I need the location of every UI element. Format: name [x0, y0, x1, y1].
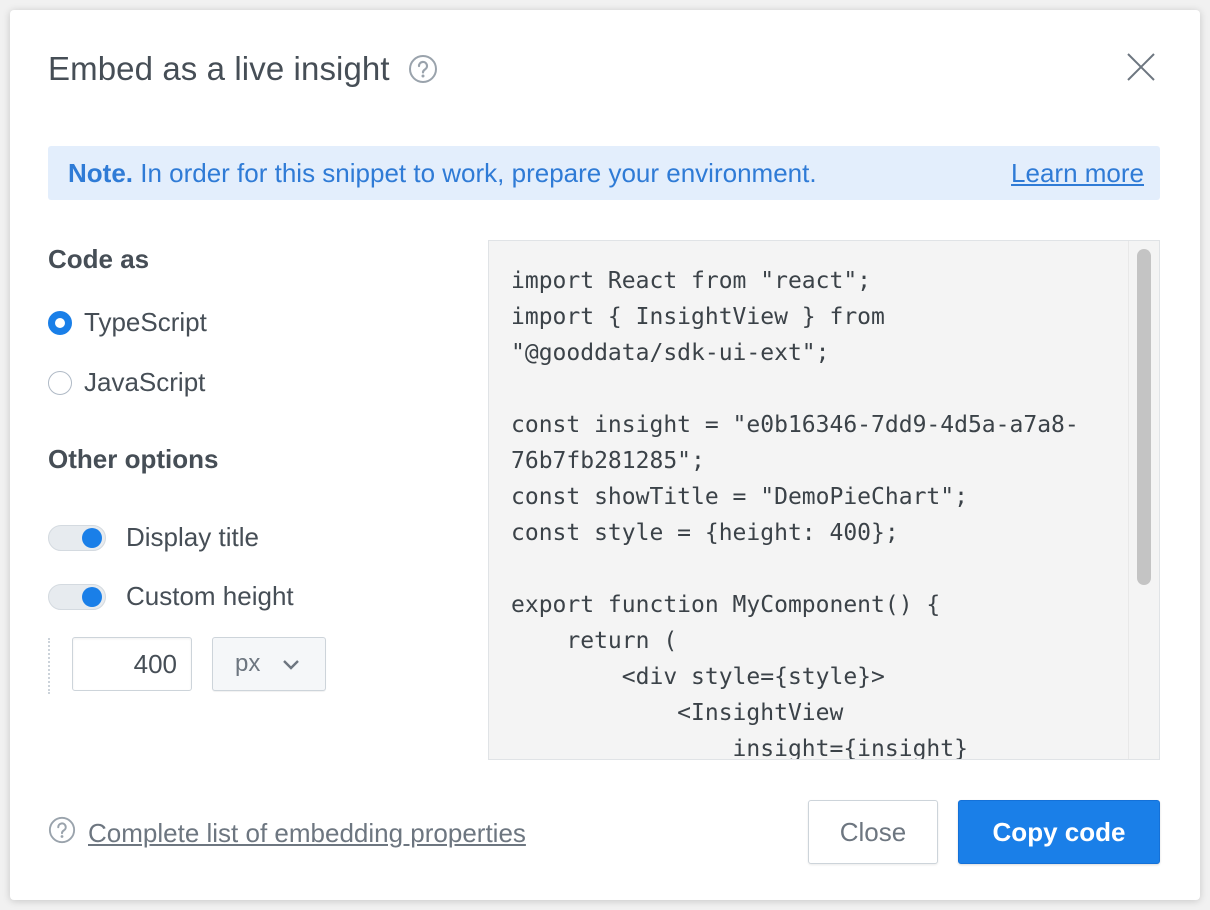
note-text: In order for this snippet to work, prepa…: [140, 157, 817, 188]
close-icon[interactable]: [1124, 50, 1158, 84]
learn-more-link[interactable]: Learn more: [1011, 158, 1144, 189]
question-circle-icon[interactable]: [408, 54, 438, 84]
radio-javascript[interactable]: JavaScript: [48, 367, 205, 398]
note-message: Note. In order for this snippet to work,…: [68, 158, 817, 189]
close-button[interactable]: Close: [808, 800, 938, 864]
other-options-heading: Other options: [48, 444, 219, 474]
radio-button-unchecked[interactable]: [48, 370, 72, 395]
unit-select-value: px: [235, 650, 261, 677]
embed-dialog: Embed as a live insight Note. In order f…: [10, 10, 1200, 900]
scrollbar-thumb[interactable]: [1137, 249, 1151, 585]
toggle-knob: [82, 586, 102, 607]
note-banner: Note. In order for this snippet to work,…: [48, 146, 1160, 200]
chevron-down-icon: [282, 650, 300, 678]
question-circle-icon: [48, 816, 76, 851]
toggle-custom-height-row: Custom height: [48, 581, 294, 612]
radio-label-typescript: TypeScript: [84, 307, 207, 337]
unit-select[interactable]: px: [212, 637, 326, 691]
radio-label-javascript: JavaScript: [84, 367, 206, 397]
custom-height-toggle[interactable]: [48, 583, 106, 610]
note-label: Note.: [68, 157, 133, 188]
display-title-toggle[interactable]: [48, 524, 106, 551]
embedding-properties-link-row: Complete list of embedding properties: [48, 816, 526, 851]
radio-typescript[interactable]: TypeScript: [48, 307, 207, 338]
toggle-knob: [82, 527, 102, 548]
dialog-header: Embed as a live insight: [48, 50, 438, 88]
custom-height-label: Custom height: [126, 581, 294, 611]
embedding-properties-link[interactable]: Complete list of embedding properties: [88, 818, 526, 849]
code-snippet: import React from "react"; import { Insi…: [511, 268, 1079, 760]
code-snippet-box[interactable]: import React from "react"; import { Insi…: [488, 240, 1160, 760]
indent-guide: [48, 638, 50, 694]
code-scrollbar[interactable]: [1128, 241, 1159, 759]
copy-code-button[interactable]: Copy code: [958, 800, 1160, 864]
code-as-heading: Code as: [48, 244, 150, 274]
display-title-label: Display title: [126, 522, 259, 552]
radio-button-checked[interactable]: [48, 310, 72, 335]
dialog-title: Embed as a live insight: [48, 50, 390, 87]
height-input[interactable]: [72, 637, 192, 691]
toggle-display-title-row: Display title: [48, 522, 259, 553]
